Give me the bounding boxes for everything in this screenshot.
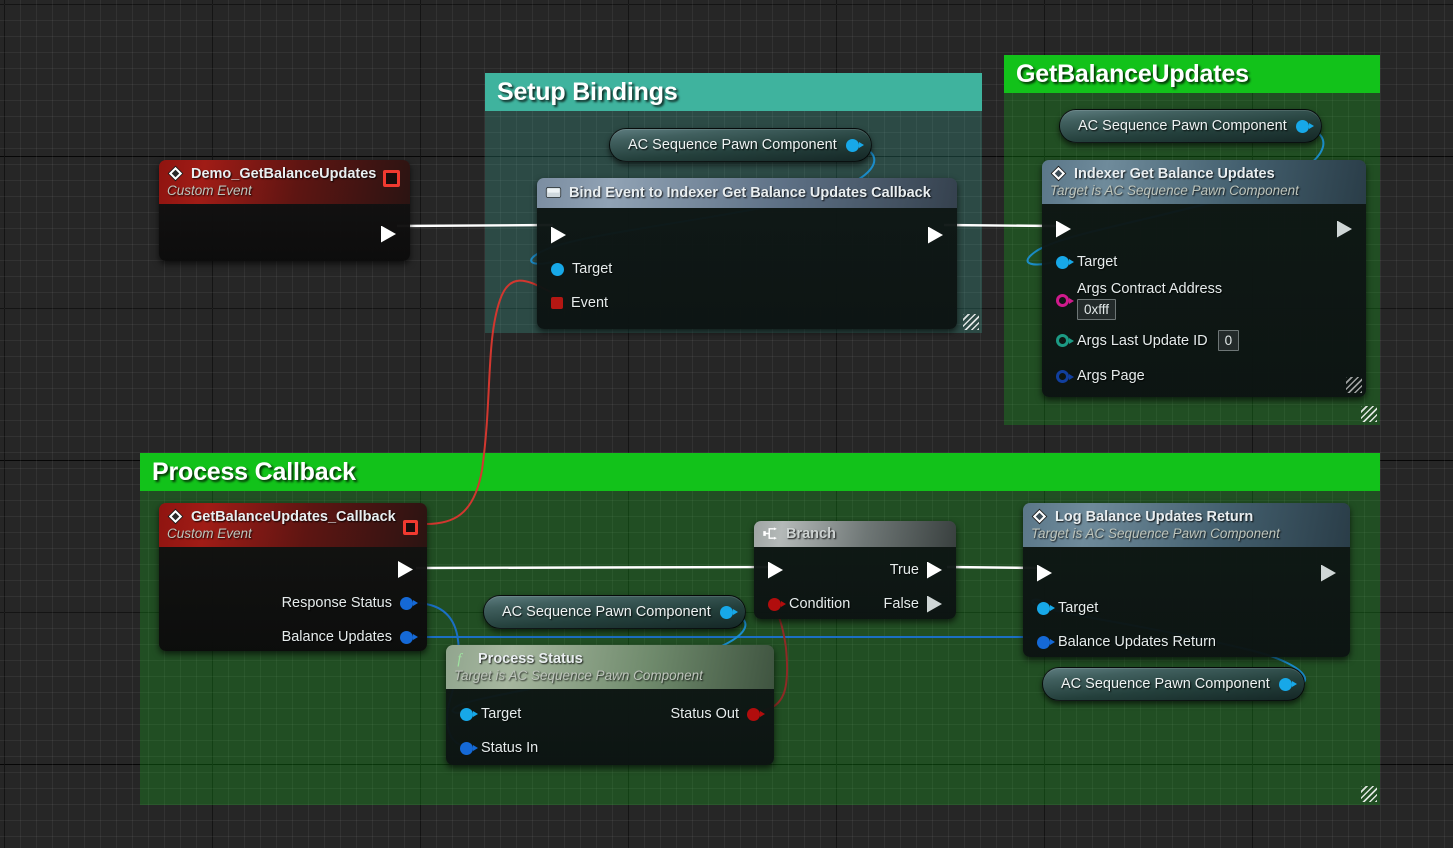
node-process-status[interactable]: f Process Status Target is AC Sequence P…: [446, 645, 774, 765]
branch-icon: [763, 527, 777, 540]
exec-output-pin[interactable]: [398, 561, 413, 578]
event-diamond-icon: [1050, 165, 1067, 182]
variable-getter-ac-sequence-pawn-component-4[interactable]: AC Sequence Pawn Component: [1042, 667, 1305, 701]
svg-text:f: f: [457, 652, 463, 667]
variable-getter-ac-sequence-pawn-component-3[interactable]: AC Sequence Pawn Component: [483, 595, 746, 629]
node-getbalanceupdates-callback-header[interactable]: GetBalanceUpdates_Callback Custom Event: [159, 503, 427, 547]
target-input-pin[interactable]: [551, 262, 564, 276]
node-branch[interactable]: Branch True Condition False: [754, 521, 956, 619]
event-diamond-icon: [1031, 508, 1048, 525]
status-out-output-pin[interactable]: [747, 707, 765, 721]
pin-label-event: Event: [571, 295, 609, 311]
node-log-balance-updates-return-title: Log Balance Updates Return: [1055, 508, 1254, 525]
node-log-balance-updates-return-body: Target Balance Updates Return: [1023, 547, 1350, 657]
object-output-pin[interactable]: [1278, 677, 1297, 691]
args-last-update-id-value-field[interactable]: 0: [1217, 330, 1240, 351]
exec-output-pin[interactable]: [381, 226, 396, 243]
node-log-balance-updates-return[interactable]: Log Balance Updates Return Target is AC …: [1023, 503, 1350, 657]
exec-output-pin[interactable]: [1337, 221, 1352, 238]
node-getbalanceupdates-callback[interactable]: GetBalanceUpdates_Callback Custom Event …: [159, 503, 427, 651]
pin-label-args-page: Args Page: [1077, 368, 1145, 384]
node-indexer-get-balance-updates-title: Indexer Get Balance Updates: [1074, 165, 1275, 182]
exec-input-pin[interactable]: [1037, 565, 1052, 582]
condition-input-pin[interactable]: [768, 597, 786, 611]
node-process-status-header[interactable]: f Process Status Target is AC Sequence P…: [446, 645, 774, 689]
exec-input-pin[interactable]: [551, 227, 566, 244]
pin-label-balance-updates-return: Balance Updates Return: [1058, 634, 1216, 650]
delegate-output-pin[interactable]: [383, 170, 400, 187]
variable-getter-ac-sequence-pawn-component-1[interactable]: AC Sequence Pawn Component: [609, 128, 872, 162]
node-process-status-title: Process Status: [478, 650, 583, 667]
node-indexer-get-balance-updates-body: Target Args Contract Address 0xfff Args …: [1042, 204, 1366, 397]
pin-label-target: Target: [481, 706, 522, 722]
bind-event-icon: [545, 186, 562, 199]
object-output-pin[interactable]: [845, 138, 864, 152]
pin-label-false: False: [883, 596, 919, 612]
node-branch-body: True Condition False: [754, 547, 956, 619]
node-branch-header[interactable]: Branch: [754, 521, 956, 547]
node-demo-getbalanceupdates[interactable]: Demo_GetBalanceUpdates Custom Event: [159, 160, 410, 261]
pin-label-response-status: Response Status: [281, 595, 392, 611]
exec-output-pin[interactable]: [928, 227, 943, 244]
event-diamond-icon: [167, 165, 184, 182]
balance-updates-return-input-pin[interactable]: [1037, 635, 1055, 649]
variable-getter-label: AC Sequence Pawn Component: [1078, 118, 1287, 134]
target-input-pin[interactable]: [1037, 601, 1055, 615]
event-delegate-input-pin[interactable]: [551, 297, 563, 309]
pin-label-true: True: [889, 562, 919, 578]
target-input-pin[interactable]: [460, 707, 478, 721]
status-in-input-pin[interactable]: [460, 741, 478, 755]
pure-function-icon: f: [457, 652, 463, 667]
node-process-status-body: Target Status Out Status In: [446, 689, 774, 765]
exec-input-pin[interactable]: [768, 562, 783, 579]
variable-getter-ac-sequence-pawn-component-2[interactable]: AC Sequence Pawn Component: [1059, 109, 1322, 143]
node-demo-getbalanceupdates-subtitle: Custom Event: [167, 183, 252, 198]
node-getbalanceupdates-callback-subtitle: Custom Event: [167, 526, 252, 541]
exec-input-pin[interactable]: [1056, 221, 1071, 238]
balance-updates-output-pin[interactable]: [400, 630, 418, 644]
pin-label-target: Target: [1077, 254, 1118, 270]
node-indexer-get-balance-updates[interactable]: Indexer Get Balance Updates Target is AC…: [1042, 160, 1366, 397]
pin-label-balance-updates: Balance Updates: [281, 629, 392, 645]
blueprint-graph-canvas[interactable]: Setup Bindings GetBalanceUpdates Process…: [0, 0, 1453, 848]
node-getbalanceupdates-callback-title: GetBalanceUpdates_Callback: [191, 508, 396, 525]
pin-label-status-in: Status In: [481, 740, 539, 756]
node-bind-event-title: Bind Event to Indexer Get Balance Update…: [569, 184, 931, 201]
node-demo-getbalanceupdates-header[interactable]: Demo_GetBalanceUpdates Custom Event: [159, 160, 410, 204]
target-input-pin[interactable]: [1056, 255, 1074, 269]
node-demo-getbalanceupdates-title: Demo_GetBalanceUpdates: [191, 165, 377, 182]
node-indexer-get-balance-updates-subtitle: Target is AC Sequence Pawn Component: [1050, 183, 1299, 198]
exec-output-true-pin[interactable]: [927, 562, 942, 579]
pin-label-args-contract-address: Args Contract Address: [1077, 280, 1223, 297]
variable-getter-label: AC Sequence Pawn Component: [628, 137, 837, 153]
exec-output-pin[interactable]: [1321, 565, 1336, 582]
pin-label-target: Target: [572, 261, 613, 277]
variable-getter-label: AC Sequence Pawn Component: [1061, 676, 1270, 692]
object-output-pin[interactable]: [1295, 119, 1314, 133]
node-branch-title: Branch: [786, 525, 836, 542]
delegate-output-pin[interactable]: [403, 520, 418, 535]
args-contract-address-value-field[interactable]: 0xfff: [1077, 298, 1117, 320]
object-output-pin[interactable]: [719, 605, 738, 619]
event-diamond-icon: [167, 508, 184, 525]
args-last-update-id-input-pin[interactable]: [1056, 334, 1074, 347]
node-bind-event-header[interactable]: Bind Event to Indexer Get Balance Update…: [537, 178, 957, 208]
node-bind-event-body: Target Event: [537, 208, 957, 329]
pin-label-args-last-update-id: Args Last Update ID: [1077, 332, 1208, 349]
node-log-balance-updates-return-subtitle: Target is AC Sequence Pawn Component: [1031, 526, 1280, 541]
variable-getter-label: AC Sequence Pawn Component: [502, 604, 711, 620]
node-getbalanceupdates-callback-body: Response Status Balance Updates: [159, 547, 427, 651]
node-log-balance-updates-return-header[interactable]: Log Balance Updates Return Target is AC …: [1023, 503, 1350, 547]
node-demo-getbalanceupdates-body: [159, 204, 410, 261]
node-bind-event-indexer-get-balance-updates-callback[interactable]: Bind Event to Indexer Get Balance Update…: [537, 178, 957, 329]
args-page-input-pin[interactable]: [1056, 369, 1074, 383]
pin-label-status-out: Status Out: [670, 706, 739, 722]
node-indexer-get-balance-updates-header[interactable]: Indexer Get Balance Updates Target is AC…: [1042, 160, 1366, 204]
pin-label-target: Target: [1058, 600, 1099, 616]
node-process-status-subtitle: Target is AC Sequence Pawn Component: [454, 668, 703, 683]
args-contract-address-input-pin[interactable]: [1056, 293, 1074, 307]
pin-label-condition: Condition: [789, 596, 851, 612]
exec-output-false-pin[interactable]: [927, 596, 942, 613]
response-status-output-pin[interactable]: [400, 596, 418, 610]
